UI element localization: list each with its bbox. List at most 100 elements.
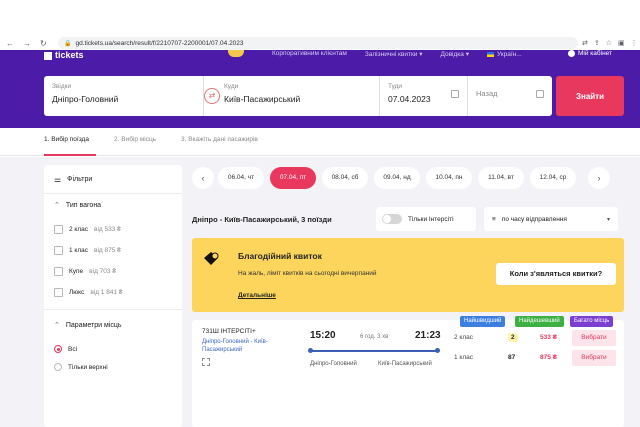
banner-text: На жаль, ліміт квитків на сьогодні вичер… (238, 270, 377, 277)
radio-button[interactable] (54, 363, 62, 371)
arrival-station: Київ-Пасажирський (378, 361, 432, 367)
wagon-option-lux[interactable]: Люкс від 1 841 ₴ (54, 288, 123, 297)
checkbox[interactable] (54, 267, 63, 276)
language-selector[interactable]: Україн... (486, 50, 522, 58)
filters-icon: ⚌ (54, 175, 62, 184)
date-pill[interactable]: 12.04, ср (530, 167, 576, 189)
qr-icon (202, 358, 210, 366)
calendar-icon (536, 90, 544, 98)
find-button[interactable]: Знайти (556, 76, 624, 116)
site-logo[interactable]: tickets (44, 50, 84, 60)
checkbox[interactable] (54, 288, 63, 297)
departure-station: Дніпро-Головний (310, 361, 357, 367)
divider (44, 309, 182, 310)
wagon-option-kupe[interactable]: Купе від 703 ₴ (54, 267, 116, 276)
flag-icon (486, 51, 494, 57)
translate-icon[interactable]: ⇄ (582, 39, 588, 47)
sort-select[interactable]: ≡ по часу відправлення ▾ (484, 207, 618, 231)
gift-icon[interactable] (228, 50, 244, 57)
intercity-toggle[interactable]: Тільки Інтерсіті (376, 207, 476, 231)
chevron-right-icon[interactable]: › (588, 167, 610, 189)
back-icon[interactable]: ← (6, 39, 14, 48)
date-pill[interactable]: 09.04, нд (374, 167, 420, 189)
toggle-switch[interactable] (382, 214, 402, 224)
step-select-seats: 2. Вибір місць (114, 136, 157, 143)
seat-option-upper[interactable]: Тільки верхні (54, 363, 108, 371)
nav-railway-tickets[interactable]: Залізничні квитки ▾ (365, 50, 423, 58)
when-tickets-button[interactable]: Коли з'являться квитки? (496, 263, 616, 285)
date-pill[interactable]: 08.04, сб (322, 167, 368, 189)
return-date-field[interactable]: Назад (468, 76, 552, 116)
date-pill[interactable]: 10.04, пн (426, 167, 472, 189)
seat-option-label: Всі (68, 345, 78, 353)
trip-duration: 6 год. 3 хв (360, 334, 389, 340)
from-field[interactable]: Звідки Дніпро-Головний (44, 76, 204, 116)
return-label: Назад (476, 89, 498, 98)
checkbox[interactable] (54, 246, 63, 255)
forward-icon[interactable]: → (23, 39, 31, 48)
checkbox[interactable] (54, 225, 63, 234)
to-field[interactable]: Куди Київ-Пасажирський (204, 76, 380, 116)
nav-corporate[interactable]: Корпоративним клієнтам (272, 50, 347, 58)
class-name: 1 клас (454, 354, 473, 361)
to-label: Куди (224, 83, 239, 90)
price-value: 533 ₴ (540, 334, 557, 341)
booking-steps: 1. Вибір поїзда 2. Вибір місць 3. Вкажіт… (0, 128, 640, 156)
language-label: Україн... (496, 50, 522, 58)
wagon-option-2class[interactable]: 2 клас від 533 ₴ (54, 225, 121, 234)
badge-many-seats: Багато місць (570, 316, 614, 327)
banner-details-link[interactable]: Детальніше (238, 292, 276, 299)
filters-label: Фільтри (67, 176, 93, 183)
seats-count: 2 (508, 333, 518, 342)
charity-ticket-banner: Благодійний квиток На жаль, ліміт квиткі… (192, 238, 624, 312)
filters-header[interactable]: ⚌ Фільтри (54, 175, 92, 184)
wagon-option-price: від 533 ₴ (94, 226, 121, 233)
date-label: Туди (388, 83, 403, 90)
divider (44, 193, 182, 194)
filters-sidebar: ⚌ Фільтри ⌃ Тип вагона 2 клас від 533 ₴ … (44, 165, 182, 427)
star-icon[interactable]: ☆ (606, 39, 612, 47)
departure-date-field[interactable]: Туди 07.04.2023 (380, 76, 468, 116)
wagon-option-price: від 1 841 ₴ (90, 289, 123, 296)
seats-count: 87 (508, 354, 516, 361)
date-pill[interactable]: 11.04, вт (478, 167, 524, 189)
banner-title: Благодійний квиток (238, 251, 322, 261)
wagon-option-1class[interactable]: 1 клас від 875 ₴ (54, 246, 121, 255)
to-value: Київ-Пасажирський (224, 94, 301, 104)
date-pill-active[interactable]: 07.04, пт (270, 167, 316, 189)
train-route[interactable]: Дніпро-Головний - Київ-Пасажирський (202, 338, 292, 354)
wagon-option-price: від 703 ₴ (89, 268, 116, 275)
wagon-type-header[interactable]: ⌃ Тип вагона (54, 201, 101, 210)
seat-option-label: Тільки верхні (68, 363, 108, 371)
date-pill[interactable]: 06.04, чт (218, 167, 264, 189)
choose-button[interactable]: Вибрати (572, 350, 616, 366)
logo-mark-icon (44, 51, 52, 60)
wagon-option-name: Люкс (69, 289, 85, 296)
train-number[interactable]: 731Ш ІНТЕРСІТІ+ (202, 328, 256, 335)
user-icon (568, 50, 575, 57)
my-cabinet-link[interactable]: Мій кабінет (568, 50, 612, 57)
reload-icon[interactable]: ↻ (40, 39, 47, 48)
wagon-option-name: Купе (69, 268, 84, 275)
date-carousel: ‹ 06.04, чт 07.04, пт 08.04, сб 09.04, н… (192, 167, 632, 189)
extensions-icon[interactable]: ▣ (618, 39, 625, 47)
step-select-train[interactable]: 1. Вибір поїзда (44, 136, 89, 143)
nav-help[interactable]: Довідка ▾ (441, 50, 469, 58)
radio-button[interactable] (54, 345, 62, 353)
step-passenger-data: 3. Вкажіть дані пасажирів (181, 136, 258, 143)
from-label: Звідки (52, 83, 72, 90)
badge-cheapest: Найдешевший (515, 316, 564, 327)
address-bar[interactable]: 🔒 gd.tickets.ua/search/result/f/2210707-… (58, 37, 578, 49)
seat-option-all[interactable]: Всі (54, 345, 77, 353)
menu-icon[interactable]: ⋮ (631, 39, 638, 47)
badge-fastest: Найшвидший (460, 316, 506, 327)
choose-button[interactable]: Вибрати (572, 330, 616, 346)
sort-label: по часу відправлення (501, 215, 567, 223)
chevron-left-icon[interactable]: ‹ (192, 167, 214, 189)
seat-params-header[interactable]: ⌃ Параметри місць (54, 321, 122, 330)
share-icon[interactable]: ⇪ (594, 39, 600, 47)
search-form: Звідки Дніпро-Головний ⇄ Куди Київ-Пасаж… (44, 76, 552, 116)
date-value: 07.04.2023 (388, 94, 431, 104)
class-price: 875 ₴ (540, 354, 557, 361)
toggle-label: Тільки Інтерсіті (408, 215, 454, 223)
